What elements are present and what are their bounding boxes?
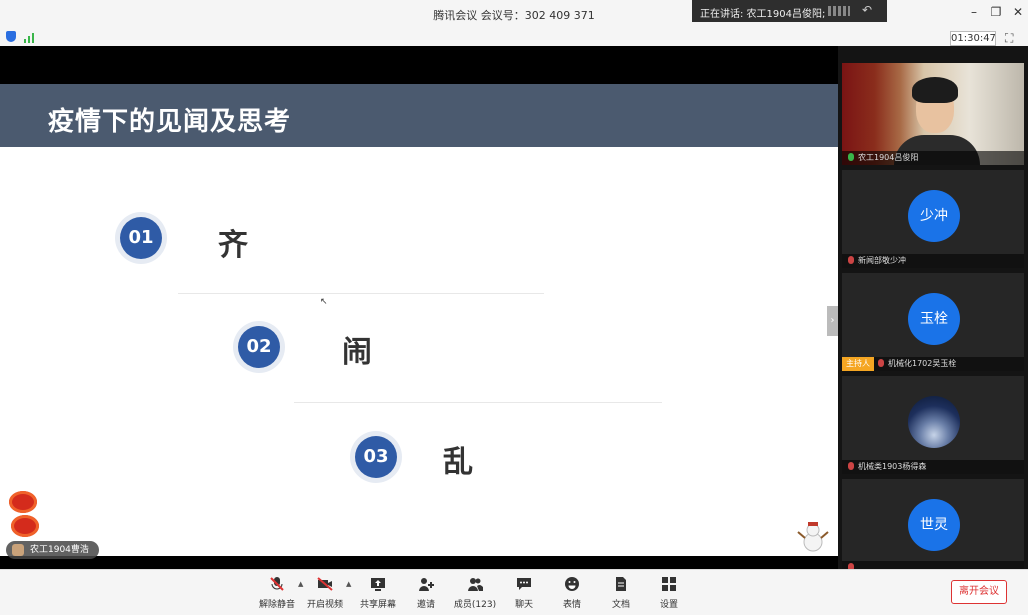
participant-name: 机械类1903杨得森 [858,462,927,471]
item-word-2: 闹 [342,335,372,370]
start-video-label: 开启视频 [306,600,343,610]
participant-name-label: 新闻部敬少冲 [842,254,1024,268]
camera-name: 农工1904吕俊阳 [858,153,919,162]
divider [294,402,662,403]
participant-tile[interactable]: 玉栓 主持人 机械化1702吴玉栓 [842,273,1024,371]
participant-tile[interactable]: 少冲 新闻部敬少冲 [842,170,1024,268]
members-label: 成员(123) [453,600,497,610]
chat-label: 聊天 [514,600,533,610]
item-number-1: 01 [120,217,162,259]
chat-icon [517,578,531,590]
lantern-icon [9,491,37,513]
participant-name: 新闻部敬少冲 [858,256,906,265]
chevron-right-icon[interactable]: › [827,306,838,336]
docs-label: 文档 [611,600,630,610]
mic-muted-icon [848,462,854,470]
signal-icon[interactable] [24,31,36,43]
unmute-label: 解除静音 [258,600,295,610]
unmute-button[interactable]: 解除静音 [255,576,299,610]
add-user-icon [419,578,434,591]
mic-muted-icon [848,256,854,264]
thumbs-up-icon [12,544,24,556]
avatar-photo [908,396,960,448]
caret-up-icon[interactable]: ▲ [346,580,351,588]
avatar: 少冲 [908,190,960,242]
document-icon [616,577,626,591]
mic-muted-icon [878,359,884,367]
participant-name-label [842,561,1024,569]
host-badge: 主持人 [842,357,874,371]
fullscreen-icon[interactable]: ⛶ [1005,31,1013,46]
return-icon[interactable]: ↶ [862,3,872,17]
lantern-icon [11,515,39,537]
leave-meeting-button[interactable]: 离开会议 [951,580,1007,604]
meeting-timer: 01:30:47 [950,31,996,46]
avatar: 世灵 [908,499,960,551]
meeting-toolbar: 解除静音 ▲ 开启视频 ▲ 共享屏幕 邀请 成员(123) 聊天 表情 文档 设… [0,569,1028,615]
speaking-indicator: 正在讲话: 农工1904吕俊阳; ↶ [692,0,887,22]
invite-button[interactable]: 邀请 [404,576,448,610]
share-screen-button[interactable]: 共享屏幕 [356,576,400,610]
snowman-icon [797,522,829,552]
slide-header: 疫情下的见闻及思考 [0,84,838,147]
shield-icon[interactable] [6,31,16,42]
avatar: 玉栓 [908,293,960,345]
participant-name-label: 主持人 机械化1702吴玉栓 [842,357,1024,371]
restore-button[interactable]: ❐ [988,5,1004,19]
participant-panel: 农工1904吕俊阳 少冲 新闻部敬少冲 玉栓 主持人 机械化1702吴玉栓 机械类… [838,46,1028,569]
mouse-cursor-icon: ↖ [320,297,328,307]
item-word-1: 齐 [218,228,248,263]
item-number-3: 03 [355,436,397,478]
docs-button[interactable]: 文档 [599,576,643,610]
members-button[interactable]: 成员(123) [453,576,497,610]
chat-button[interactable]: 聊天 [502,576,546,610]
speaking-text: 正在讲话: 农工1904吕俊阳; [700,9,826,20]
reactions-button[interactable]: 表情 [550,576,594,610]
presenter-name: 农工1904曹浩 [30,545,89,555]
settings-label: 设置 [659,600,678,610]
share-screen-icon [371,578,385,591]
info-bar [0,28,1028,47]
divider [178,293,544,294]
participant-name: 机械化1702吴玉栓 [888,359,957,368]
camera-name-label: 农工1904吕俊阳 [842,151,1024,165]
camera-video[interactable]: 农工1904吕俊阳 [842,63,1024,165]
members-icon [468,578,483,591]
grid-settings-icon [662,577,676,591]
camera-off-icon [317,577,333,591]
participant-name-label: 机械类1903杨得森 [842,460,1024,474]
mic-muted-icon [270,577,284,591]
title-bar: 腾讯会议 会议号：302 409 371 正在讲话: 农工1904吕俊阳; ↶ … [0,0,1028,28]
smile-icon [565,577,579,591]
slide-title: 疫情下的见闻及思考 [48,107,292,137]
person-hair [912,77,958,103]
participant-tile[interactable]: 机械类1903杨得森 [842,376,1024,474]
close-button[interactable]: ✕ [1010,5,1026,19]
mic-icon [848,153,854,161]
minimize-button[interactable]: – [966,5,982,19]
item-number-2: 02 [238,326,280,368]
item-word-3: 乱 [443,445,473,480]
participant-tile[interactable]: 世灵 [842,479,1024,569]
audio-level-icon [828,6,850,16]
shared-screen: 疫情下的见闻及思考 01 齐 02 闹 03 乱 ↖ › 农工1904曹浩 [0,46,838,569]
presenter-tag: 农工1904曹浩 [6,541,99,559]
share-screen-label: 共享屏幕 [359,600,396,610]
start-video-button[interactable]: 开启视频 [303,576,347,610]
presentation-slide: 疫情下的见闻及思考 01 齐 02 闹 03 乱 ↖ [0,84,838,556]
invite-label: 邀请 [416,600,435,610]
reactions-label: 表情 [562,600,581,610]
settings-button[interactable]: 设置 [647,576,691,610]
